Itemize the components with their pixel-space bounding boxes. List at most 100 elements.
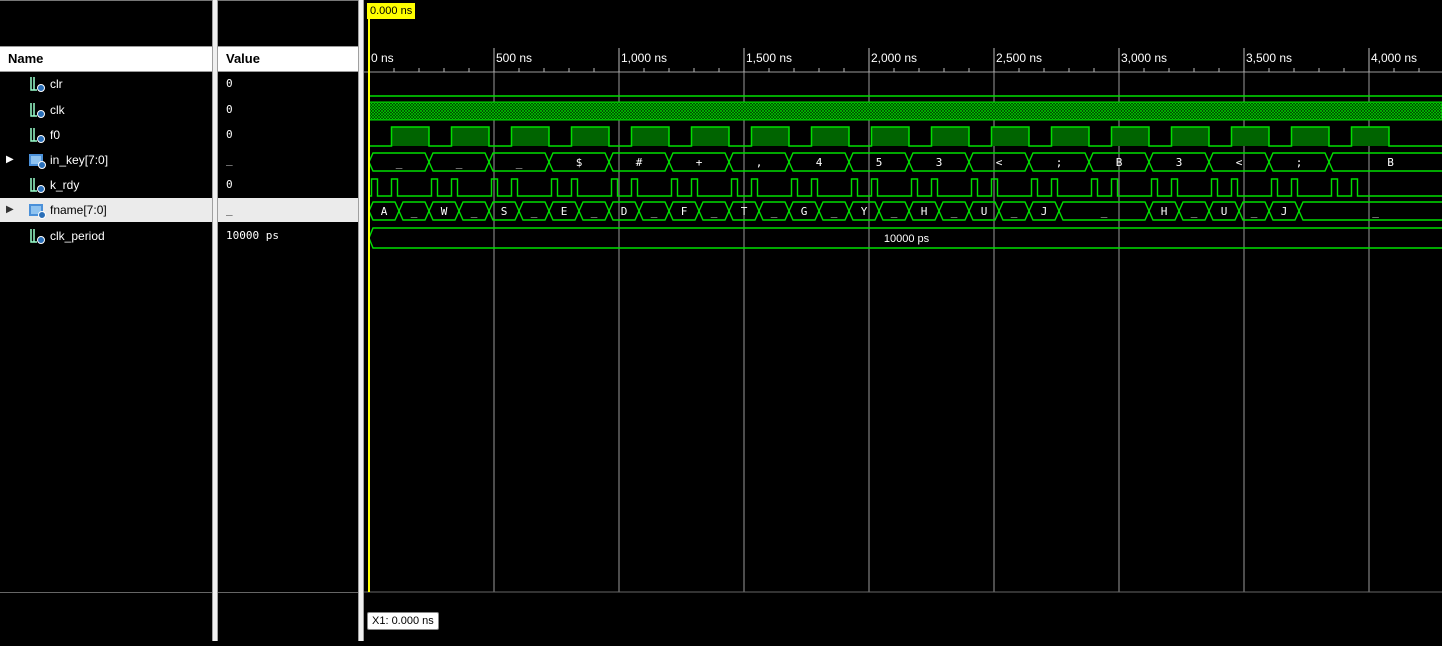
fname-value-label: W bbox=[441, 205, 448, 218]
cursor-time-label: 0.000 ns bbox=[367, 3, 416, 19]
in_key-value-label: 3 bbox=[1176, 156, 1183, 169]
fname-value-label: _ bbox=[891, 205, 898, 218]
fname-value-label: _ bbox=[1372, 205, 1379, 218]
fname-value-label: H bbox=[1161, 205, 1168, 218]
tick-label: 1,000 ns bbox=[621, 51, 667, 65]
name-column-header[interactable]: Name bbox=[0, 46, 212, 72]
fname-value-label: U bbox=[981, 205, 988, 218]
bus-signal-icon bbox=[28, 201, 46, 219]
waveform-canvas[interactable]: 0 ns 500 ns 1,000 ns 1,500 ns 2,000 ns 2,500 … bbox=[364, 0, 1442, 641]
f0-high-pulse bbox=[1051, 127, 1089, 146]
signal-name: in_key[7:0] bbox=[50, 153, 109, 167]
in_key-value-label: 3 bbox=[936, 156, 943, 169]
f0-high-pulse bbox=[691, 127, 729, 146]
signal-row-k-rdy[interactable]: k_rdy bbox=[0, 173, 212, 197]
signal-row-clk-period[interactable]: clk_period bbox=[0, 224, 212, 248]
in_key-value-label: B bbox=[1387, 156, 1394, 169]
name-pane: Name clr clk f0 ▶ in_key[7:0] k_rdy ▶ fname[7:0… bbox=[0, 0, 212, 641]
signal-row-clr[interactable]: clr bbox=[0, 72, 212, 96]
fname-value-label: _ bbox=[1011, 205, 1018, 218]
in_key-value-label: _ bbox=[456, 156, 463, 169]
signal-value: _ bbox=[226, 153, 233, 166]
expand-arrow-icon[interactable]: ▶ bbox=[6, 148, 14, 172]
signal-name: clr bbox=[50, 77, 63, 91]
f0-high-pulse bbox=[451, 127, 489, 146]
bit-signal-icon bbox=[28, 176, 46, 194]
bus-signal-icon bbox=[28, 151, 46, 169]
signal-name: k_rdy bbox=[50, 178, 80, 192]
f0-high-pulse bbox=[571, 127, 609, 146]
f0-high-pulse bbox=[631, 127, 669, 146]
fname-value-label: U bbox=[1221, 205, 1228, 218]
fname-value-label: G bbox=[801, 205, 808, 218]
fname-value-label: _ bbox=[1191, 205, 1198, 218]
in_key-value-label: ; bbox=[1056, 156, 1063, 169]
fname-segment bbox=[1298, 201, 1442, 221]
divider bbox=[218, 0, 358, 1]
in_key-value-label: < bbox=[1236, 156, 1243, 169]
fname-value-label: _ bbox=[651, 205, 658, 218]
f0-high-pulse bbox=[1291, 127, 1329, 146]
tick-label: 3,500 ns bbox=[1246, 51, 1292, 65]
in_key-value-label: + bbox=[696, 156, 703, 169]
in_key-value-label: $ bbox=[576, 156, 583, 169]
tick-label: 3,000 ns bbox=[1121, 51, 1167, 65]
fname-value-label: _ bbox=[591, 205, 598, 218]
fname-value-label: _ bbox=[1101, 205, 1108, 218]
f0-high-pulse bbox=[1111, 127, 1149, 146]
tick-label: 0 ns bbox=[371, 51, 394, 65]
signal-value: 0 bbox=[226, 103, 233, 116]
clk_period-value-label: 10000 ps bbox=[884, 233, 930, 245]
tick-label: 2,000 ns bbox=[871, 51, 917, 65]
f0-high-pulse bbox=[751, 127, 789, 146]
signal-value: 0 bbox=[226, 178, 233, 191]
waveform-area[interactable]: 0 ns 500 ns 1,000 ns 1,500 ns 2,000 ns 2,500 … bbox=[364, 0, 1442, 641]
fname-value-label: _ bbox=[951, 205, 958, 218]
signal-row-fname[interactable]: ▶ fname[7:0] bbox=[0, 198, 212, 222]
in_key-value-label: , bbox=[756, 156, 763, 169]
f0-high-pulse bbox=[931, 127, 969, 146]
divider bbox=[218, 592, 358, 593]
signal-name: f0 bbox=[50, 128, 61, 142]
tick-label: 4,000 ns bbox=[1371, 51, 1417, 65]
signal-name: fname[7:0] bbox=[50, 203, 107, 217]
fname-value-label: _ bbox=[711, 205, 718, 218]
in_key-value-label: < bbox=[996, 156, 1003, 169]
signal-value: 0 bbox=[226, 128, 233, 141]
signal-name: clk bbox=[50, 103, 65, 117]
bit-signal-icon bbox=[28, 101, 46, 119]
signal-value: _ bbox=[218, 198, 358, 222]
in_key-value-label: _ bbox=[516, 156, 523, 169]
f0-high-pulse bbox=[1231, 127, 1269, 146]
in_key-value-label: 4 bbox=[816, 156, 823, 169]
f0-high-pulse bbox=[1351, 127, 1389, 146]
signal-row-clk[interactable]: clk bbox=[0, 98, 212, 122]
tick-label: 1,500 ns bbox=[746, 51, 792, 65]
f0-high-pulse bbox=[391, 127, 429, 146]
tick-label: 2,500 ns bbox=[996, 51, 1042, 65]
signal-value: 0 bbox=[226, 77, 233, 90]
fname-value-label: _ bbox=[771, 205, 778, 218]
fname-value-label: _ bbox=[411, 205, 418, 218]
in_key-segment bbox=[1328, 152, 1442, 172]
fname-value-label: J bbox=[1281, 205, 1288, 218]
value-column-header[interactable]: Value bbox=[218, 46, 358, 72]
expand-arrow-icon[interactable]: ▶ bbox=[6, 198, 14, 222]
bit-signal-icon bbox=[28, 75, 46, 93]
f0-high-pulse bbox=[1171, 127, 1209, 146]
fname-value-label: J bbox=[1041, 205, 1048, 218]
fname-value-label: _ bbox=[471, 205, 478, 218]
tick-label: 500 ns bbox=[496, 51, 532, 65]
fname-value-label: E bbox=[561, 205, 568, 218]
clk-wave bbox=[368, 101, 1442, 121]
fname-value-label: _ bbox=[831, 205, 838, 218]
signal-value: 10000 ps bbox=[226, 229, 279, 242]
signal-row-f0[interactable]: f0 bbox=[0, 123, 212, 147]
fname-value-label: T bbox=[741, 205, 748, 218]
fname-value-label: F bbox=[681, 205, 688, 218]
signal-row-in-key[interactable]: ▶ in_key[7:0] bbox=[0, 148, 212, 172]
marker-x1-label: X1: 0.000 ns bbox=[367, 612, 439, 630]
f0-high-pulse bbox=[511, 127, 549, 146]
in_key-value-label: ; bbox=[1296, 156, 1303, 169]
f0-high-pulse bbox=[871, 127, 909, 146]
